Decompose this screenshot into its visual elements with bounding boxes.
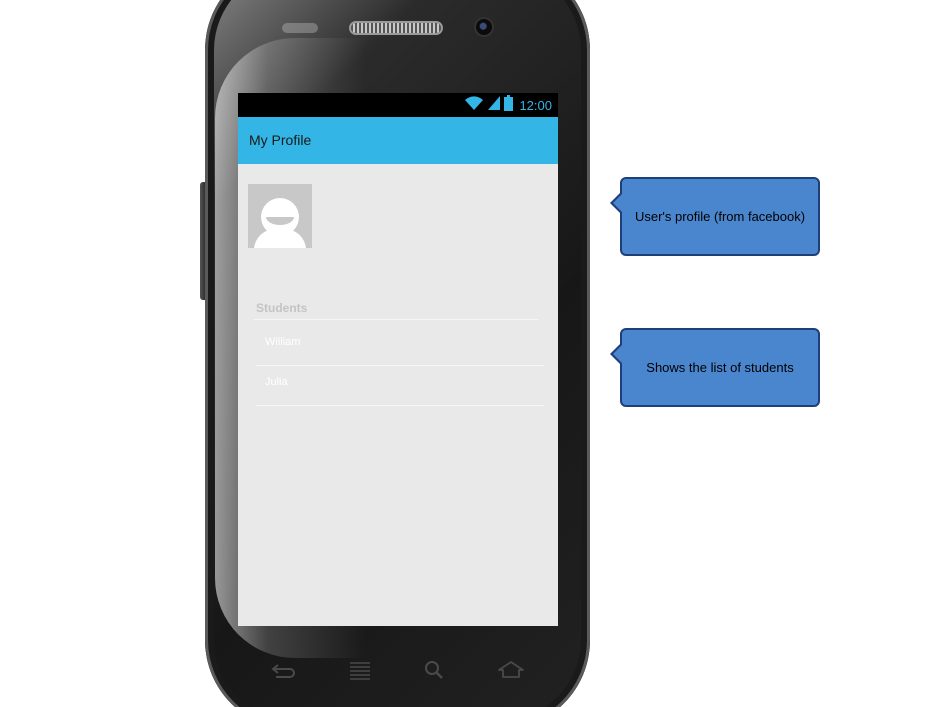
profile-annotation-callout: User's profile (from facebook)	[610, 177, 820, 256]
phone-screen: 12:00 My Profile Students William Julia	[238, 93, 558, 626]
status-bar: 12:00	[238, 93, 558, 117]
profile-avatar[interactable]	[248, 184, 312, 248]
menu-icon[interactable]	[346, 658, 374, 682]
student-list-item[interactable]: Julia	[256, 366, 544, 406]
student-list-item[interactable]: William	[256, 326, 544, 366]
home-icon[interactable]	[497, 658, 525, 682]
callout-text: User's profile (from facebook)	[634, 209, 806, 224]
callout-tail	[610, 191, 623, 215]
callout-tail	[610, 342, 623, 366]
student-name: Julia	[265, 376, 288, 388]
students-annotation-callout: Shows the list of students	[610, 328, 820, 407]
status-icons: 12:00	[464, 94, 552, 116]
canvas: 12:00 My Profile Students William Julia	[0, 0, 942, 707]
action-bar: My Profile	[238, 117, 558, 164]
default-user-avatar-icon	[248, 184, 312, 248]
search-icon[interactable]	[421, 658, 449, 682]
status-time: 12:00	[519, 97, 552, 113]
student-name: William	[265, 336, 301, 348]
earpiece-speaker	[351, 23, 441, 33]
wifi-icon	[464, 95, 484, 116]
back-icon[interactable]	[270, 658, 298, 682]
signal-icon	[487, 95, 501, 116]
battery-icon	[504, 94, 514, 116]
front-camera-icon	[476, 19, 492, 35]
section-divider	[254, 319, 538, 320]
callout-text: Shows the list of students	[646, 360, 794, 375]
proximity-sensor	[282, 23, 318, 33]
list-divider	[256, 405, 544, 406]
students-section-header: Students	[256, 301, 308, 315]
page-title: My Profile	[249, 132, 312, 148]
